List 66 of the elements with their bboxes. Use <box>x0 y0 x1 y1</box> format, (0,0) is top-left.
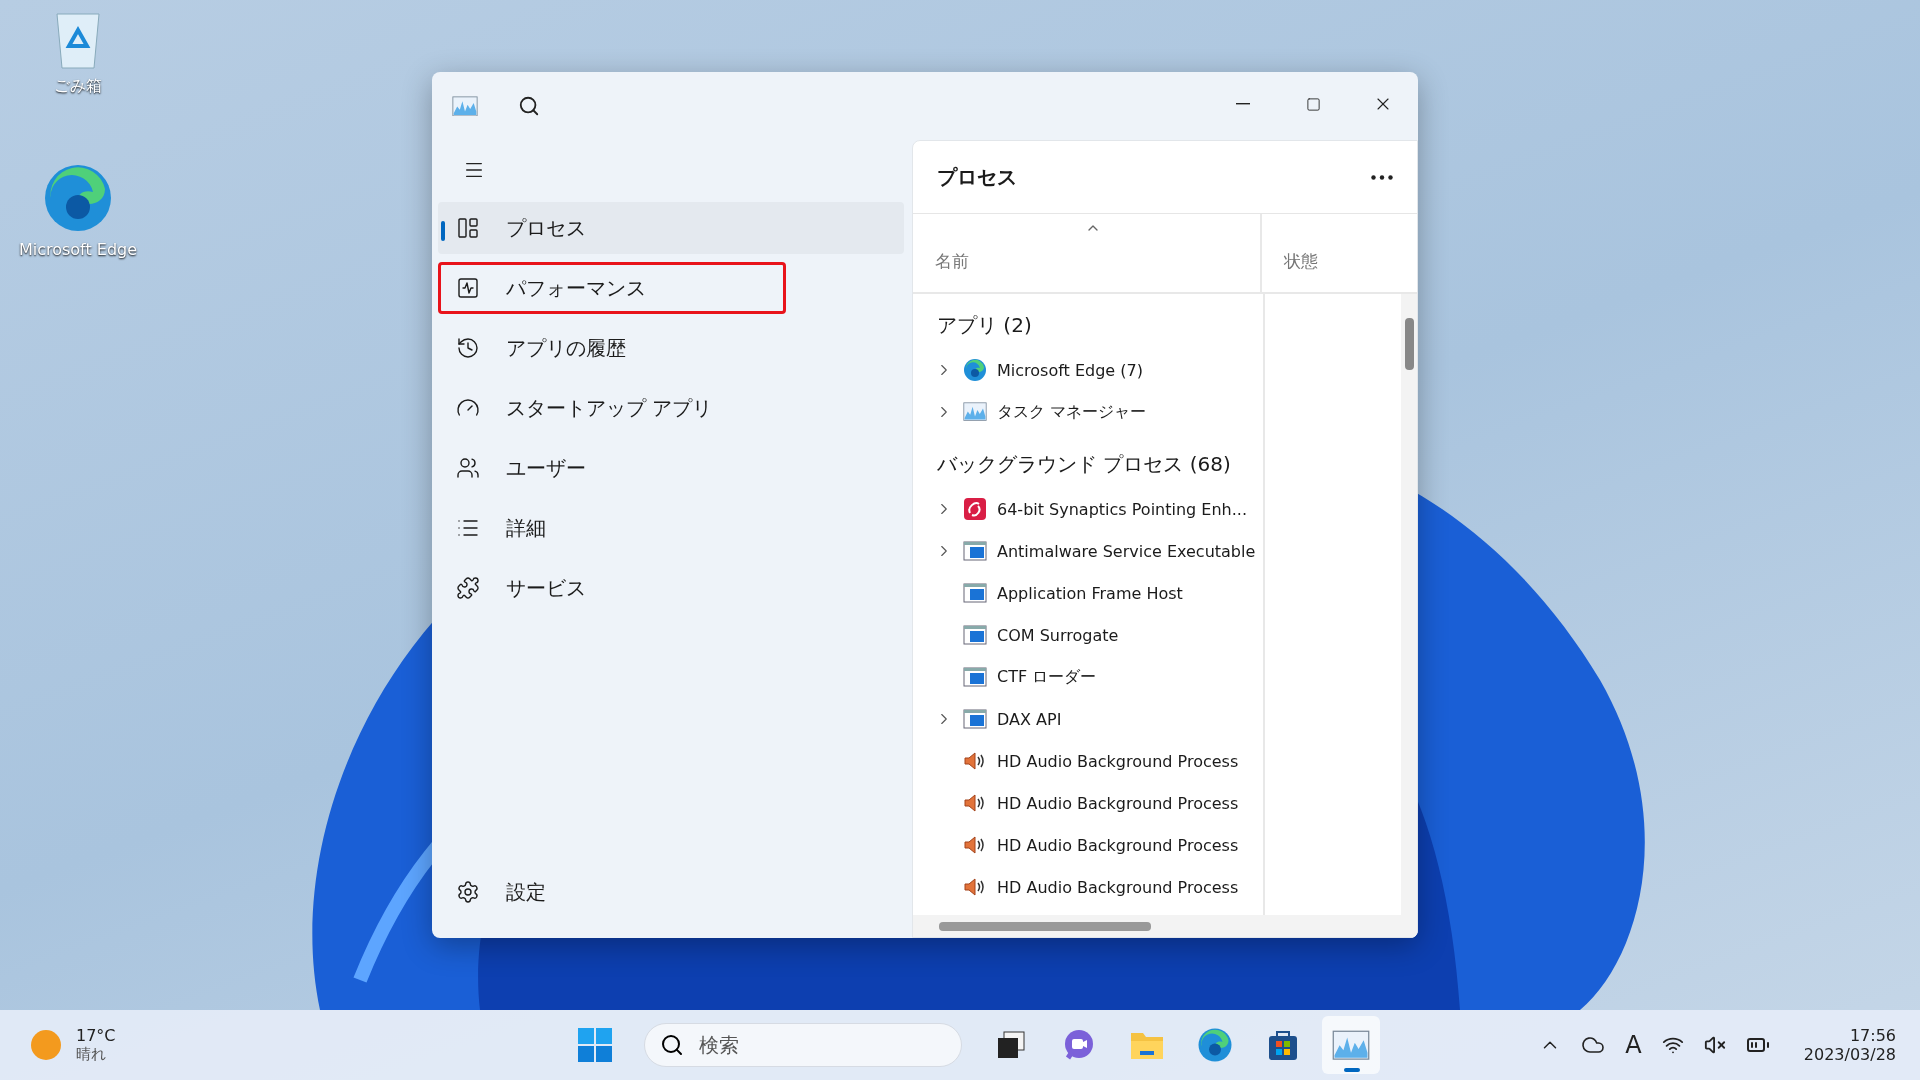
nav-item[interactable]: ユーザー <box>438 442 904 494</box>
process-row[interactable]: 64-bit Synaptics Pointing Enh... <box>913 488 1263 530</box>
process-row[interactable]: DAX API <box>913 698 1263 740</box>
chat-camera-icon <box>1062 1028 1096 1062</box>
edge-logo-icon <box>42 162 114 234</box>
clock-date[interactable]: 2023/03/28 <box>1803 1045 1896 1064</box>
temperature: 17°C <box>76 1026 116 1045</box>
input-mode-indicator[interactable]: A <box>1625 1031 1642 1059</box>
panel-title: プロセス <box>937 163 1018 191</box>
window-icon <box>963 583 987 603</box>
process-row[interactable]: Antimalware Service Executable <box>913 530 1263 572</box>
maximize-icon <box>1305 96 1321 112</box>
puzzle-icon <box>456 576 480 600</box>
nav-item[interactable]: パフォーマンス <box>438 262 786 314</box>
nav-item[interactable]: サービス <box>438 562 904 614</box>
vertical-scrollbar[interactable] <box>1401 294 1417 915</box>
window-icon <box>963 709 987 729</box>
horizontal-scrollbar[interactable] <box>913 915 1417 937</box>
chart-window-icon <box>452 95 478 117</box>
process-row[interactable]: CTF ローダー <box>913 656 1263 698</box>
process-row[interactable]: COM Surrogate <box>913 614 1263 656</box>
store-bag-icon <box>1266 1028 1300 1062</box>
nav-item[interactable]: アプリの履歴 <box>438 322 904 374</box>
muted-speaker-icon[interactable] <box>1703 1034 1726 1056</box>
process-row[interactable]: Application Frame Host <box>913 572 1263 614</box>
nav-item[interactable]: スタートアップ アプリ <box>438 382 904 434</box>
column-header[interactable]: 状態 <box>1262 214 1417 292</box>
windows-logo-icon <box>578 1028 612 1062</box>
clock-time[interactable]: 17:56 <box>1849 1026 1896 1045</box>
speaker-icon <box>963 875 987 899</box>
column-header[interactable]: 名前 <box>913 214 1263 292</box>
group-header: バックグラウンド プロセス (68) <box>936 451 1232 478</box>
window-icon <box>963 541 987 561</box>
process-row[interactable]: HD Audio Background Process <box>913 824 1263 866</box>
edge-logo-icon <box>963 358 987 382</box>
history-icon <box>456 336 480 360</box>
grid-icon <box>456 216 480 240</box>
process-row[interactable]: タスク マネージャー <box>913 391 1263 433</box>
window-icon <box>963 667 987 687</box>
taskbar-search-field[interactable]: 検索 <box>644 1023 962 1067</box>
speaker-icon <box>963 791 987 815</box>
process-row[interactable]: HD Audio Background Process <box>913 866 1263 908</box>
activity-icon <box>456 276 480 300</box>
process-row[interactable]: HD Audio Background Process <box>913 740 1263 782</box>
window-stack-icon <box>996 1030 1026 1060</box>
nav-item[interactable]: 詳細 <box>438 502 904 554</box>
search-icon <box>518 95 540 117</box>
sun-icon <box>30 1029 62 1061</box>
speaker-icon <box>963 833 987 857</box>
users-icon <box>456 456 480 480</box>
process-row[interactable]: HD Audio Background Process <box>913 782 1263 824</box>
nav-item[interactable]: プロセス <box>438 202 904 254</box>
chart-window-icon <box>1332 1029 1370 1061</box>
chart-window-icon <box>963 402 987 422</box>
speaker-icon <box>963 749 987 773</box>
search-icon <box>660 1033 684 1057</box>
weather-condition: 晴れ <box>76 1045 107 1064</box>
edge-logo-icon <box>1197 1027 1233 1063</box>
process-row[interactable]: Microsoft Edge (7) <box>913 349 1263 391</box>
window-icon <box>963 625 987 645</box>
group-header: アプリ (2) <box>936 312 1033 339</box>
settings-nav-item[interactable]: 設定 <box>438 866 904 918</box>
settings-icon <box>456 880 480 904</box>
more-icon <box>1371 174 1393 180</box>
swirl-app-icon <box>963 497 987 521</box>
minimize-icon <box>1236 103 1250 105</box>
